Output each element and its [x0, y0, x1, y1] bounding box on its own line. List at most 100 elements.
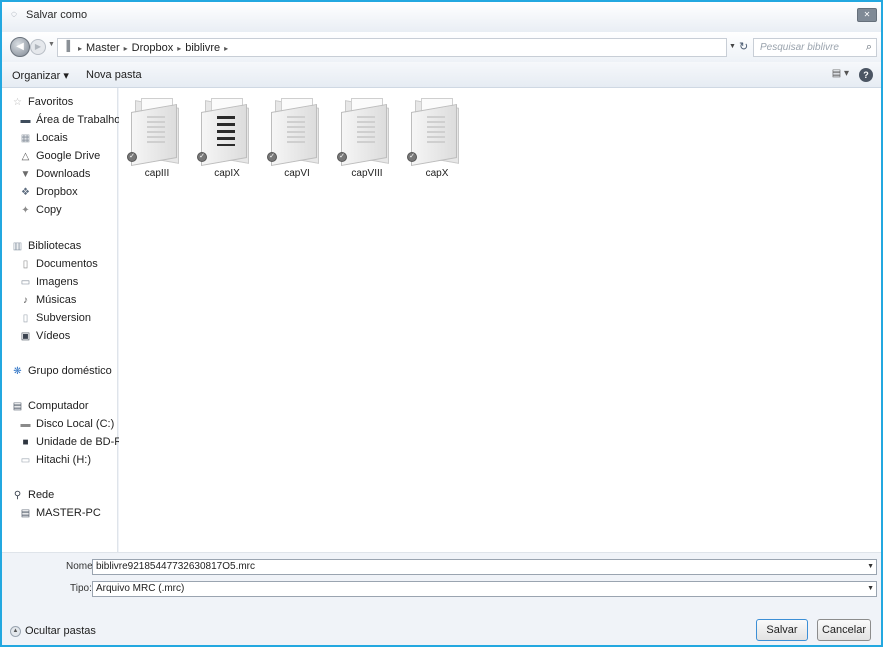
- sidebar-item-label: Hitachi (H:): [36, 454, 92, 466]
- breadcrumb-master[interactable]: Master: [86, 42, 120, 54]
- chevron-right-icon[interactable]: ▸: [224, 44, 228, 53]
- sidebar-item-google-drive[interactable]: △ Google Drive: [19, 150, 101, 162]
- sidebar-favorites[interactable]: ☆ Favoritos: [11, 96, 73, 108]
- breadcrumb-biblivre[interactable]: biblivre: [185, 42, 220, 54]
- folder-label: capVI: [284, 168, 310, 179]
- address-row: ◀ ▶ ▼ ▐ ▸ Master ▸ Dropbox ▸ biblivre ▸ …: [2, 32, 881, 62]
- sidebar-item-copy[interactable]: ✦ Copy: [19, 204, 62, 216]
- refresh-icon[interactable]: ↻: [739, 40, 748, 53]
- window-title: Salvar como: [26, 9, 88, 21]
- address-bar[interactable]: ▐ ▸ Master ▸ Dropbox ▸ biblivre ▸: [57, 38, 727, 57]
- recent-locations-dropdown[interactable]: ▼: [48, 41, 55, 48]
- sidebar-item-label: Imagens: [36, 276, 79, 288]
- toolbar: Organizar ▾ Nova pasta ▤ ▾ ?: [2, 62, 881, 88]
- sidebar-item-master-pc[interactable]: ▤ MASTER-PC: [19, 507, 101, 519]
- sidebar-item-label: Vídeos: [36, 330, 71, 342]
- sidebar-libraries-label: Bibliotecas: [28, 240, 82, 252]
- search-icon[interactable]: ⌕: [866, 41, 872, 54]
- hard-drive-icon: ▬: [20, 418, 31, 430]
- sidebar-item-label: MASTER-PC: [36, 507, 101, 519]
- sync-status-icon: ✓: [407, 152, 417, 162]
- sidebar-item-documentos[interactable]: ▯ Documentos: [19, 258, 98, 270]
- document-icon: ▯: [22, 258, 29, 270]
- view-options-icon[interactable]: ▤ ▾: [832, 68, 849, 79]
- close-button[interactable]: ✕: [857, 8, 877, 22]
- sidebar-item-imagens[interactable]: ▭ Imagens: [19, 276, 78, 288]
- search-input[interactable]: Pesquisar biblivre ⌕: [753, 38, 877, 57]
- sidebar-item-label: Google Drive: [36, 150, 101, 162]
- folder-item[interactable]: ✓ capVI: [267, 98, 327, 188]
- chevron-right-icon[interactable]: ▸: [177, 44, 181, 53]
- disc-drive-icon: ■: [22, 436, 29, 448]
- copy-icon: ✦: [21, 204, 30, 216]
- google-drive-icon: △: [21, 150, 30, 162]
- computer-icon: ▤: [12, 400, 23, 412]
- navigation-pane: ☆ Favoritos ▬ Área de Trabalho ▦ Locais …: [2, 88, 140, 552]
- recent-places-icon: ▦: [20, 132, 31, 144]
- library-icon: ▥: [12, 240, 23, 252]
- chevron-up-icon: ▲: [10, 625, 21, 637]
- sidebar-item-label: Copy: [36, 204, 62, 216]
- help-icon[interactable]: ?: [859, 68, 873, 82]
- chevron-right-icon[interactable]: ▸: [124, 44, 128, 53]
- folder-item[interactable]: ✓ capIX: [197, 98, 257, 188]
- folder-label: capIX: [214, 168, 240, 179]
- folder-item[interactable]: ✓ capVIII: [337, 98, 397, 188]
- sidebar-item-videos[interactable]: ▣ Vídeos: [19, 330, 70, 342]
- sidebar-item-label: Disco Local (C:): [36, 418, 115, 430]
- sync-status-icon: ✓: [127, 152, 137, 162]
- sidebar-computer[interactable]: ▤ Computador: [11, 400, 89, 412]
- save-button[interactable]: Salvar: [756, 619, 808, 641]
- sidebar-network[interactable]: ⚲ Rede: [11, 489, 54, 501]
- sidebar-favorites-label: Favoritos: [28, 96, 74, 108]
- new-folder-button[interactable]: Nova pasta: [86, 69, 142, 81]
- file-list[interactable]: ✓ capIII ✓ capIX ✓ capVI ✓ capVIII ✓ cap…: [119, 88, 881, 552]
- sidebar-item-label: Dropbox: [36, 186, 78, 198]
- sync-status-icon: ✓: [267, 152, 277, 162]
- sidebar-item-label: Documentos: [36, 258, 98, 270]
- file-type-label: Tipo:: [70, 583, 92, 594]
- sidebar-item-downloads[interactable]: ▼ Downloads: [19, 168, 91, 180]
- folder-label: capX: [425, 168, 449, 179]
- folder-label: capVIII: [351, 168, 383, 179]
- sidebar-libraries[interactable]: ▥ Bibliotecas: [11, 240, 81, 252]
- sync-status-icon: ✓: [337, 152, 347, 162]
- sidebar-homegroup[interactable]: ❋ Grupo doméstico: [11, 365, 112, 377]
- chevron-right-icon: ▸: [78, 43, 83, 53]
- search-placeholder: Pesquisar biblivre: [760, 42, 839, 53]
- video-icon: ▣: [20, 330, 31, 342]
- sidebar-homegroup-label: Grupo doméstico: [28, 365, 112, 377]
- sidebar-network-label: Rede: [28, 489, 55, 501]
- organize-button[interactable]: Organizar ▾: [12, 69, 69, 82]
- file-type-select[interactable]: Arquivo MRC (.mrc) ▼: [92, 581, 877, 597]
- title-bar[interactable]: ◌ Salvar como ✕: [2, 2, 881, 32]
- chevron-down-icon[interactable]: ▼: [867, 582, 874, 596]
- forward-button[interactable]: ▶: [30, 39, 46, 55]
- sidebar-item-musicas[interactable]: ♪ Músicas: [19, 294, 76, 306]
- sidebar-item-locais[interactable]: ▦ Locais: [19, 132, 68, 144]
- chevron-down-icon[interactable]: ▼: [867, 560, 874, 574]
- folder-item[interactable]: ✓ capX: [407, 98, 467, 188]
- folder-item[interactable]: ✓ capIII: [127, 98, 187, 188]
- sidebar-computer-label: Computador: [28, 400, 89, 412]
- sidebar-item-desktop[interactable]: ▬ Área de Trabalho: [19, 114, 121, 126]
- breadcrumb-dropbox[interactable]: Dropbox: [132, 42, 174, 54]
- computer-icon: ▤: [20, 507, 31, 519]
- sidebar-item-disco-local[interactable]: ▬ Disco Local (C:): [19, 418, 115, 430]
- address-dropdown[interactable]: ▼: [729, 43, 736, 50]
- music-icon: ♪: [23, 294, 28, 306]
- sidebar-item-hitachi[interactable]: ▭ Hitachi (H:): [19, 454, 91, 466]
- folder-icon: ▐: [63, 41, 71, 52]
- removable-drive-icon: ▭: [20, 454, 31, 466]
- hide-folders-label: Ocultar pastas: [25, 625, 96, 637]
- sidebar-item-dropbox[interactable]: ❖ Dropbox: [19, 186, 78, 198]
- sidebar-item-label: Downloads: [36, 168, 91, 180]
- cancel-button[interactable]: Cancelar: [817, 619, 871, 641]
- file-name-field[interactable]: biblivre92185447732630817O5.mrc ▼: [92, 559, 877, 575]
- sidebar-item-subversion[interactable]: ▯ Subversion: [19, 312, 91, 324]
- hide-folders-toggle[interactable]: ▲ Ocultar pastas: [10, 625, 96, 637]
- arrow-right-icon: ▶: [34, 42, 42, 51]
- back-button[interactable]: ◀: [10, 37, 30, 57]
- file-name-value: biblivre92185447732630817O5.mrc: [96, 561, 256, 572]
- star-icon: ☆: [13, 96, 22, 108]
